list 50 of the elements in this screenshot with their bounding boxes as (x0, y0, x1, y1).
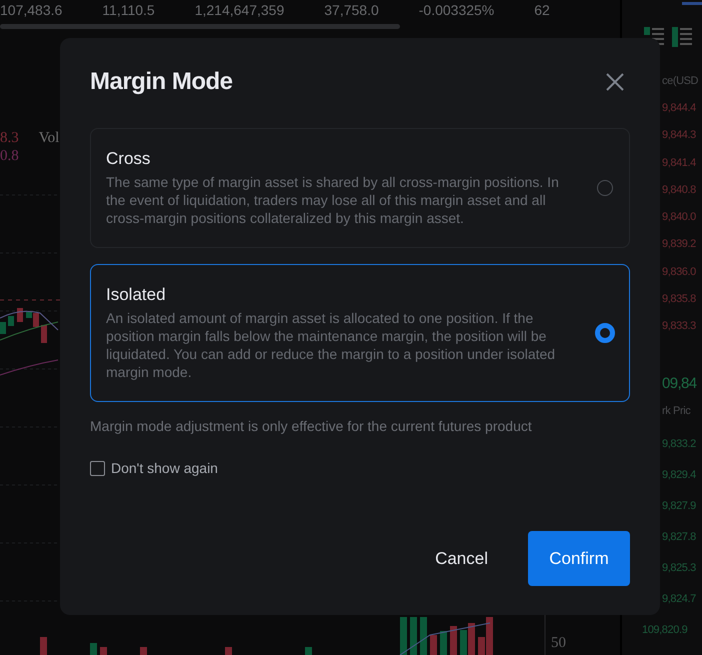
margin-mode-option[interactable] (90, 128, 630, 248)
confirm-button[interactable]: Confirm (528, 531, 630, 586)
moving-average-line (0, 310, 58, 330)
checkbox-label: Don't show again (111, 460, 218, 476)
checkbox[interactable] (90, 460, 105, 476)
ask-price: 9,844.4 (661, 101, 697, 116)
scrollbar[interactable] (0, 24, 400, 29)
stat-value: -0.003325% (418, 2, 494, 18)
moving-average-line (0, 322, 58, 340)
bid-price: 9,824.7 (661, 592, 697, 607)
dialog-title: Margin Mode (90, 68, 232, 96)
ask-price: 9,833.3 (661, 319, 697, 334)
margin-mode-option[interactable] (90, 264, 630, 402)
bid-price: 109,820.9 (641, 622, 688, 638)
option-title: Isolated (106, 285, 167, 305)
column-header: ce(USD (661, 74, 700, 89)
radio-button[interactable] (595, 323, 615, 343)
moving-average-line (0, 360, 58, 376)
note-text: Margin mode adjustment is only effective for the current futures product (90, 418, 533, 434)
ask-price: 9,844.3 (661, 128, 697, 144)
candlestick-series (0, 308, 47, 343)
order-book-view-icon[interactable] (672, 27, 694, 47)
bid-price: 9,829.4 (661, 468, 697, 483)
last-price: 09,84 (661, 374, 698, 394)
ask-price: 9,840.0 (661, 210, 697, 226)
option-description: An isolated amount of margin asset is allocated to one position. If the position margin falls below the maintenance margin, the position will be liquidated. You can add or reduce the margin to a position under isolated margin mode. (106, 309, 556, 381)
option-title: Cross (106, 149, 152, 169)
ask-price: 9,836.0 (661, 264, 697, 280)
axis-label: 50 (551, 635, 566, 652)
bid-price: 9,827.9 (661, 498, 697, 514)
option-description: The same type of margin asset is shared by all cross-margin positions. In the event of liquidation, traders may lose all of this margin asset and all cross-margin positions collateralized by this margin asset. (106, 173, 560, 227)
cancel-button[interactable]: Cancel (407, 531, 516, 586)
ask-price: 9,839.2 (661, 237, 697, 252)
stat-value: 62 (534, 2, 550, 18)
ask-price: 9,841.4 (661, 156, 697, 171)
ask-price: 9,840.8 (661, 182, 697, 198)
mark-price-label: rk Pric (661, 404, 692, 419)
stat-value: 1,214,647,359 (194, 2, 284, 18)
bid-price: 9,827.8 (661, 530, 697, 545)
chart-legend-value: Vol (38, 129, 60, 147)
bid-price: 9,833.2 (661, 436, 697, 452)
radio-button[interactable] (597, 180, 613, 196)
chart-legend-value: 8.3 (0, 129, 19, 147)
close-icon[interactable] (605, 72, 625, 92)
stat-value: 37,758.0 (324, 2, 379, 18)
chart-legend-value: 0.8 (0, 147, 19, 165)
ask-price: 9,835.8 (661, 292, 697, 308)
stat-value: 11,110.5 (102, 2, 155, 18)
stat-value: 107,483.6 (0, 2, 62, 18)
bid-price: 9,825.3 (661, 560, 697, 576)
